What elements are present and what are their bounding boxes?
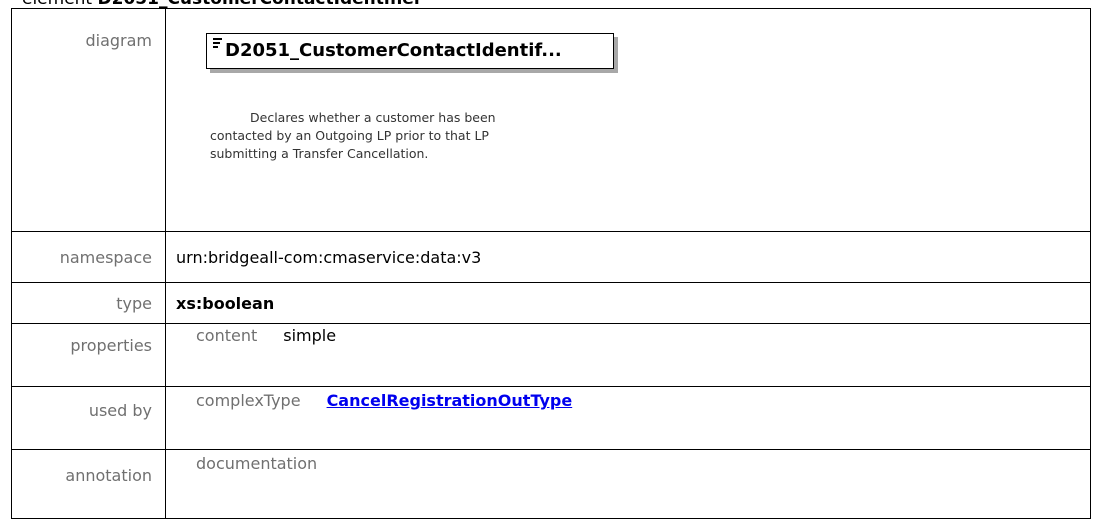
diagram-label: diagram [11,8,166,232]
properties-key: content [196,326,258,345]
namespace-value: urn:bridgeall-com:cmaservice:data:v3 [165,231,1091,283]
annotation-label: annotation [11,449,166,519]
used-by-key: complexType [196,391,301,410]
type-row: type xs:boolean [11,282,1091,324]
properties-value: simple [283,326,337,345]
namespace-label: namespace [11,231,166,283]
annotation-row: annotation documentation [11,449,1091,519]
properties-row: properties content simple [11,323,1091,387]
used-by-link[interactable]: CancelRegistrationOutType [327,391,573,410]
used-by-cell: complexType CancelRegistrationOutType [165,386,1091,450]
type-value: xs:boolean [165,282,1091,324]
namespace-row: namespace urn:bridgeall-com:cmaservice:d… [11,231,1091,283]
description-line: submitting a Transfer Cancellation. [210,146,429,161]
element-box[interactable]: D2051_CustomerContactIdentif... [206,33,614,69]
element-box-name: D2051_CustomerContactIdentif... [225,40,562,61]
diagram-cell: D2051_CustomerContactIdentif... Declares… [165,8,1091,232]
properties-label: properties [11,323,166,387]
element-description: Declares whether a customer has been con… [210,109,630,163]
properties-cell: content simple [165,323,1091,387]
description-line: Declares whether a customer has been [250,110,496,125]
element-icon [213,38,222,50]
used-by-label: used by [11,386,166,450]
diagram-row: diagram D2051_CustomerContactIdentif... … [11,8,1091,232]
description-line: contacted by an Outgoing LP prior to tha… [210,128,489,143]
annotation-key: documentation [196,454,318,473]
properties-table: diagram D2051_CustomerContactIdentif... … [11,8,1091,519]
annotation-cell: documentation [165,449,1091,519]
type-label: type [11,282,166,324]
diagram: D2051_CustomerContactIdentif... Declares… [176,9,1090,209]
used-by-row: used by complexType CancelRegistrationOut… [11,386,1091,450]
